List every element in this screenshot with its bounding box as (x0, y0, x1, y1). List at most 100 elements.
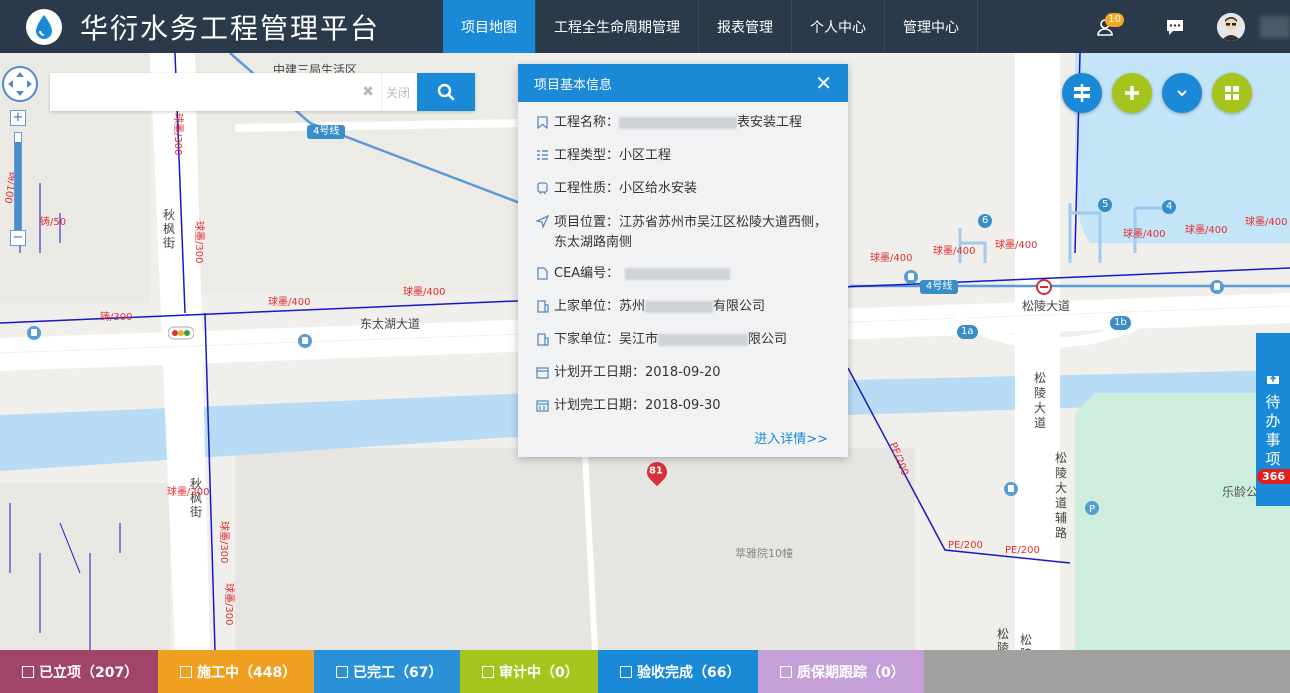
building-icon (536, 331, 552, 352)
pipe-label: 球墨/400 (1123, 229, 1166, 240)
checkbox[interactable] (620, 665, 632, 678)
road-label: 松陵大道 (1034, 371, 1047, 430)
view-details-link[interactable]: 进入详情>> (754, 428, 828, 447)
field-cea-number: CEA编号： (536, 265, 832, 286)
nav-lifecycle[interactable]: 工程全生命周期管理 (536, 0, 699, 53)
road-label: 秋枫街 (163, 208, 176, 250)
bus-stop-icon (1004, 482, 1018, 496)
checkbox[interactable] (482, 665, 494, 678)
search-input[interactable] (50, 73, 355, 111)
status-filter-bar: 已立项（207） 施工中（448） 已完工（67） 审计中（0） 验收完成（66… (0, 650, 1290, 693)
project-info-popup: 项目基本信息 ✕ 工程名称： 表安装工程 工程类型： 小区工程 工程性质： 小区… (518, 64, 848, 457)
road-label: 松陵大道 (1022, 299, 1071, 313)
document-icon (536, 265, 552, 286)
road-label: 东太湖大道 (360, 317, 421, 331)
nav-admin[interactable]: 管理中心 (885, 0, 978, 53)
plus-icon (1125, 86, 1139, 100)
todo-count-badge: 366 (1257, 469, 1290, 484)
signpost-tool-button[interactable] (1062, 73, 1102, 113)
user-icon[interactable]: 10 (1090, 12, 1124, 42)
pipe-label: 球墨/300 (223, 583, 234, 626)
nav-personal[interactable]: 个人中心 (792, 0, 885, 53)
road-label: 松陵大道 (997, 627, 1010, 650)
close-popup-button[interactable]: ✕ (815, 73, 832, 93)
avatar-icon (1217, 12, 1245, 41)
pipe-label: 铸/300 (100, 312, 133, 323)
grid-icon (1225, 86, 1239, 100)
field-downstream-unit: 下家单位： 吴江市 限公司 (536, 331, 832, 352)
bus-stop-icon (27, 326, 41, 340)
field-project-name: 工程名称： 表安装工程 (536, 114, 832, 135)
clear-icon[interactable]: ✖ (355, 73, 381, 111)
filter-warranty[interactable]: 质保期跟踪（0） (758, 650, 924, 693)
nav-project-map[interactable]: 项目地图 (443, 0, 536, 53)
zoom-in-button[interactable]: + (10, 110, 26, 126)
park-label: 乐龄公 (1222, 485, 1259, 499)
zoom-level-fill (15, 142, 21, 230)
search-bar: ✖ 关闭 (50, 73, 475, 111)
bus-stop-icon (1210, 280, 1224, 294)
traffic-light-icon (168, 326, 194, 340)
train-icon (536, 180, 552, 201)
filter-auditing[interactable]: 审计中（0） (460, 650, 598, 693)
water-drop-icon (26, 8, 62, 45)
filter-completed[interactable]: 已完工（67） (314, 650, 460, 693)
pipe-label: 球墨/400 (403, 287, 446, 298)
zoom-slider[interactable]: + − (8, 110, 28, 250)
road-label: 松陵大道辅路 (1055, 451, 1068, 540)
checkbox[interactable] (336, 665, 348, 678)
building-icon (536, 298, 552, 319)
pipe-label: 球墨/400 (995, 240, 1038, 251)
marker-count: 81 (648, 465, 663, 477)
signpost-icon (1074, 84, 1090, 102)
parking-icon: P (1085, 501, 1099, 515)
bus-stop-icon (298, 334, 312, 348)
username-redacted (1260, 15, 1290, 38)
add-tool-button[interactable] (1112, 73, 1152, 113)
filter-accepted[interactable]: 验收完成（66） (598, 650, 758, 693)
zoom-out-button[interactable]: − (10, 230, 26, 246)
search-button[interactable] (417, 73, 475, 111)
metro-line-badge: 4号线 (307, 125, 346, 139)
upload-icon (1267, 375, 1279, 384)
avatar[interactable] (1216, 12, 1246, 42)
field-planned-start: 计划开工日期： 2018-09-20 (536, 364, 832, 385)
checkbox[interactable] (180, 665, 192, 678)
filter-in-construction[interactable]: 施工中（448） (158, 650, 314, 693)
header-actions: 10 (1076, 0, 1290, 53)
metro-exit: 1b (1110, 316, 1131, 330)
pan-control[interactable] (2, 66, 38, 102)
chat-icon[interactable] (1160, 12, 1190, 42)
pipe-label: 球墨/400 (1245, 217, 1288, 228)
pipe-label: 球墨/400 (268, 297, 311, 308)
layers-tool-button[interactable] (1212, 73, 1252, 113)
notification-badge: 10 (1105, 12, 1124, 27)
close-search-button[interactable]: 关闭 (381, 73, 417, 111)
location-icon (534, 213, 552, 253)
pipe-label: PE/200 (948, 540, 983, 551)
metro-station-icon (1036, 279, 1052, 295)
field-upstream-unit: 上家单位： 苏州 有限公司 (536, 298, 832, 319)
checkbox[interactable] (22, 665, 34, 678)
building-label: 萃雅院10幢 (735, 547, 793, 560)
pipe-label: PE/200 (1005, 545, 1040, 556)
logo: 华衍水务工程管理平台 (0, 0, 443, 53)
popup-title: 项目基本信息 (534, 77, 613, 93)
search-icon (437, 83, 455, 101)
field-project-nature: 工程性质： 小区给水安装 (536, 180, 832, 201)
checkbox[interactable] (780, 665, 792, 678)
pipe-label: 球墨/400 (933, 246, 976, 257)
pipe-label: 球墨/300 (172, 113, 183, 156)
filter-registered[interactable]: 已立项（207） (0, 650, 158, 693)
status-bar-filler (924, 650, 1290, 693)
nav-reports[interactable]: 报表管理 (699, 0, 792, 53)
expand-tool-button[interactable] (1162, 73, 1202, 113)
pipe-label: 球墨/300 (193, 221, 204, 264)
svg-text:P: P (1089, 504, 1095, 515)
bus-stop-icon (904, 270, 918, 284)
pipe-label: 球墨/200 (167, 487, 210, 498)
todo-panel[interactable]: 待办事项 366 (1256, 333, 1290, 506)
field-location: 项目位置：江苏省苏州市吴江区松陵大道西侧，东太湖路南侧 (534, 213, 832, 253)
calendar-icon (536, 397, 552, 418)
pipe-label: 铸/50 (40, 217, 67, 228)
